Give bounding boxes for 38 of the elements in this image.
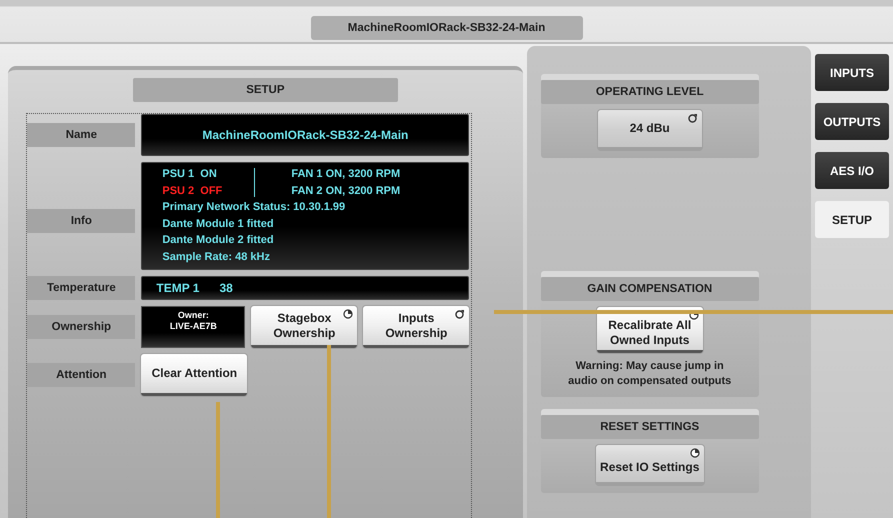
operating-level-button[interactable]: 24 dBu <box>598 110 702 150</box>
fan-status: FAN 2 ON, 3200 RPM <box>290 184 402 198</box>
section-header: OPERATING LEVEL <box>540 80 759 104</box>
info-line: Primary Network Status: 10.30.1.99 <box>162 200 346 215</box>
ownership-button[interactable]: Inputs Ownership <box>363 306 470 348</box>
knob-icon <box>455 309 466 319</box>
side-tab[interactable]: OUTPUTS <box>815 103 889 140</box>
section-header: GAIN COMPENSATION <box>540 277 759 301</box>
name-display: MachineRoomIORack-SB32-24-Main <box>141 114 470 156</box>
pie-icon <box>343 309 354 319</box>
section-header: SETUP <box>132 78 398 102</box>
field-label: Temperature <box>27 276 136 300</box>
field-label: Info <box>27 209 136 233</box>
info-line: Sample Rate: 48 kHz <box>162 250 271 264</box>
clear-attention-button[interactable]: Clear Attention <box>141 354 248 396</box>
window-title: MachineRoomIORack-SB32-24-Main <box>310 16 582 40</box>
pie-icon <box>690 448 700 458</box>
recalibrate-button[interactable]: Recalibrate All Owned Inputs <box>596 307 703 353</box>
sensor-name: TEMP 1 <box>156 281 200 295</box>
side-tab[interactable]: INPUTS <box>815 54 889 91</box>
field-label: Name <box>27 123 136 147</box>
side-tab[interactable]: SETUP <box>815 201 889 238</box>
field-label: Attention <box>27 363 136 387</box>
field-label: Ownership <box>27 315 136 339</box>
psu-status: PSU 2 OFF <box>162 184 224 198</box>
reset-button[interactable]: Reset IO Settings <box>596 445 704 485</box>
info-line: Dante Module 2 fitted <box>162 233 275 248</box>
warning-text: Warning: May cause jump in audio on compensated outputs <box>567 359 732 389</box>
psu-status: PSU 1 ON <box>162 167 218 182</box>
owner-caption: Owner: <box>178 310 209 321</box>
info-line: Dante Module 1 fitted <box>162 216 275 232</box>
knob-icon <box>688 113 698 123</box>
ownership-button[interactable]: Stagebox Ownership <box>251 306 358 348</box>
section-header: RESET SETTINGS <box>540 415 759 439</box>
owner-name: LIVE-AE7B <box>170 321 217 332</box>
fan-status: FAN 1 ON, 3200 RPM <box>290 167 402 182</box>
temperature-value: 38 <box>219 281 233 295</box>
side-tab[interactable]: AES I/O <box>815 152 889 189</box>
